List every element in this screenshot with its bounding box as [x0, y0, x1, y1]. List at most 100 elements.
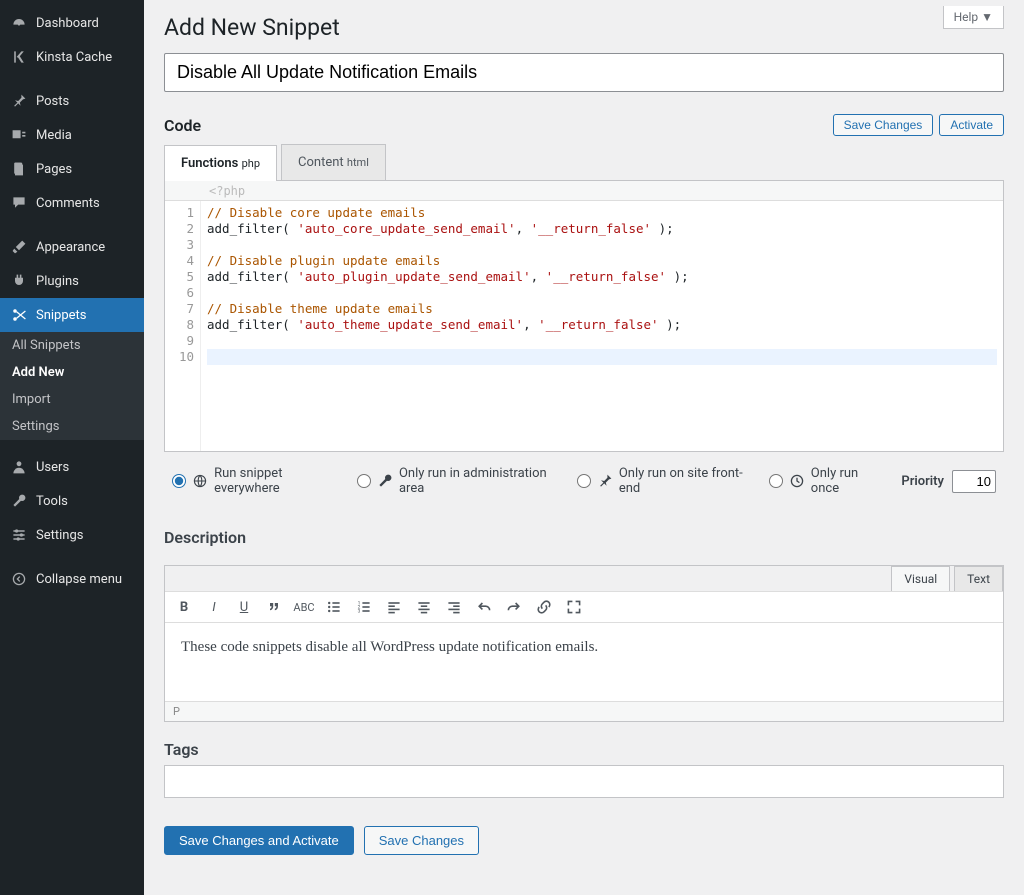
sidebar-item-label: Media — [36, 128, 72, 143]
redo-icon[interactable] — [505, 598, 523, 616]
sidebar-item-snippets[interactable]: Snippets — [0, 298, 144, 332]
scope-once[interactable]: Only run once — [769, 466, 879, 496]
align-left-icon[interactable] — [385, 598, 403, 616]
code-heading: Code — [164, 116, 201, 135]
sidebar-item-label: Collapse menu — [36, 572, 122, 587]
help-tab[interactable]: Help ▼ — [943, 6, 1004, 29]
brush-icon — [10, 238, 28, 256]
tab-content[interactable]: Content html — [281, 144, 386, 180]
strike-icon[interactable]: ABC — [295, 598, 313, 616]
sidebar-item-label: Users — [36, 460, 69, 475]
pin-icon — [10, 92, 28, 110]
scissors-icon — [10, 306, 28, 324]
code-header: <?php — [165, 181, 1003, 201]
desc-tab-visual[interactable]: Visual — [891, 566, 950, 591]
align-right-icon[interactable] — [445, 598, 463, 616]
wrench-icon — [377, 473, 393, 489]
media-icon — [10, 126, 28, 144]
tags-input[interactable] — [164, 765, 1004, 798]
sidebar-item-label: Kinsta Cache — [36, 50, 112, 65]
clock-icon — [789, 473, 805, 489]
description-status: p — [165, 701, 1003, 721]
page-title: Add New Snippet — [164, 0, 1004, 53]
sidebar-item-tools[interactable]: Tools — [0, 484, 144, 518]
sidebar-item-appearance[interactable]: Appearance — [0, 230, 144, 264]
users-icon — [10, 458, 28, 476]
scope-options: Run snippet everywhere Only run in admin… — [164, 452, 1004, 500]
undo-icon[interactable] — [475, 598, 493, 616]
sidebar-item-label: Settings — [36, 528, 83, 543]
fullscreen-icon[interactable] — [565, 598, 583, 616]
priority-label: Priority — [901, 474, 944, 489]
sidebar-item-label: Posts — [36, 94, 69, 109]
description-heading: Description — [164, 528, 1004, 547]
link-icon[interactable] — [535, 598, 553, 616]
globe-icon — [192, 473, 208, 489]
tags-heading: Tags — [164, 740, 1004, 759]
priority-input[interactable] — [952, 470, 996, 493]
sidebar-item-label: Appearance — [36, 240, 105, 255]
save-changes-bottom-button[interactable]: Save Changes — [364, 826, 479, 855]
scope-once-radio[interactable] — [769, 473, 783, 489]
activate-top-button[interactable]: Activate — [939, 114, 1004, 136]
description-body[interactable]: These code snippets disable all WordPres… — [165, 623, 1003, 701]
main-content: Help ▼ Add New Snippet Code Save Changes… — [144, 0, 1024, 895]
editor-toolbar: B I U ABC 123 — [165, 592, 1003, 623]
wrench-icon — [10, 492, 28, 510]
admin-sidebar: Dashboard Kinsta Cache Posts Media Pages… — [0, 0, 144, 895]
code-editor[interactable]: <?php 12345678910 // Disable core update… — [164, 181, 1004, 452]
pages-icon — [10, 160, 28, 178]
sidebar-item-users[interactable]: Users — [0, 450, 144, 484]
snippets-sub-all[interactable]: All Snippets — [0, 332, 144, 359]
code-lines[interactable]: // Disable core update emailsadd_filter(… — [201, 201, 1003, 451]
align-center-icon[interactable] — [415, 598, 433, 616]
sidebar-item-label: Snippets — [36, 308, 87, 323]
sidebar-item-label: Pages — [36, 162, 72, 177]
sidebar-item-plugins[interactable]: Plugins — [0, 264, 144, 298]
sidebar-item-kinsta[interactable]: Kinsta Cache — [0, 40, 144, 74]
save-changes-top-button[interactable]: Save Changes — [833, 114, 934, 136]
sidebar-item-pages[interactable]: Pages — [0, 152, 144, 186]
quote-icon[interactable] — [265, 598, 283, 616]
pin-icon — [597, 473, 613, 489]
line-gutter: 12345678910 — [165, 201, 201, 451]
scope-front-radio[interactable] — [577, 473, 591, 489]
underline-icon[interactable]: U — [235, 598, 253, 616]
sliders-icon — [10, 526, 28, 544]
sidebar-item-dashboard[interactable]: Dashboard — [0, 6, 144, 40]
scope-front[interactable]: Only run on site front-end — [577, 466, 747, 496]
scope-admin[interactable]: Only run in administration area — [357, 466, 555, 496]
snippet-title-input[interactable] — [164, 53, 1004, 92]
sidebar-item-collapse[interactable]: Collapse menu — [0, 562, 144, 596]
description-editor: Visual Text B I U ABC 123 These code sni… — [164, 565, 1004, 722]
snippets-sub-settings[interactable]: Settings — [0, 413, 144, 440]
desc-tab-text[interactable]: Text — [954, 566, 1003, 591]
sidebar-item-settings[interactable]: Settings — [0, 518, 144, 552]
dashboard-icon — [10, 14, 28, 32]
sidebar-item-label: Plugins — [36, 274, 79, 289]
snippets-sub-import[interactable]: Import — [0, 386, 144, 413]
collapse-icon — [10, 570, 28, 588]
sidebar-item-media[interactable]: Media — [0, 118, 144, 152]
sidebar-item-comments[interactable]: Comments — [0, 186, 144, 220]
scope-everywhere[interactable]: Run snippet everywhere — [172, 466, 335, 496]
kinsta-icon — [10, 48, 28, 66]
scope-admin-radio[interactable] — [357, 473, 371, 489]
italic-icon[interactable]: I — [205, 598, 223, 616]
tab-functions[interactable]: Functions php — [164, 145, 277, 181]
ol-icon[interactable]: 123 — [355, 598, 373, 616]
sidebar-item-label: Comments — [36, 196, 100, 211]
sidebar-item-label: Tools — [36, 494, 68, 509]
snippets-sub-addnew[interactable]: Add New — [0, 359, 144, 386]
save-and-activate-button[interactable]: Save Changes and Activate — [164, 826, 354, 855]
bold-icon[interactable]: B — [175, 598, 193, 616]
plug-icon — [10, 272, 28, 290]
ul-icon[interactable] — [325, 598, 343, 616]
svg-text:3: 3 — [358, 609, 361, 615]
scope-everywhere-radio[interactable] — [172, 473, 186, 489]
code-tabs: Functions php Content html — [164, 144, 1004, 181]
sidebar-item-posts[interactable]: Posts — [0, 84, 144, 118]
sidebar-item-label: Dashboard — [36, 16, 99, 31]
comments-icon — [10, 194, 28, 212]
priority-field: Priority — [901, 470, 996, 493]
